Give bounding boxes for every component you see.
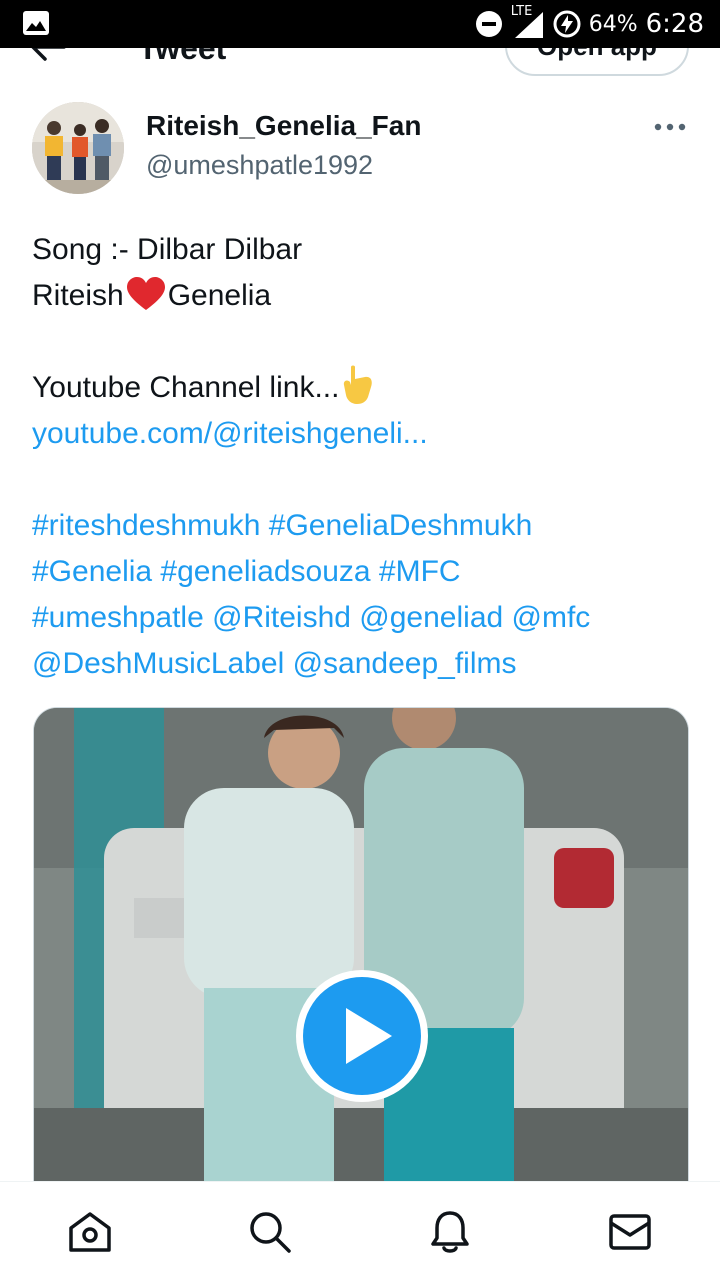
play-button-icon[interactable] <box>294 968 430 1104</box>
tweet-line-song: Song :- Dilbar Dilbar <box>32 233 303 266</box>
hashtags-line-1[interactable]: #riteshdeshmukh #GeneliaDeshmukh <box>32 503 692 549</box>
nav-search[interactable] <box>240 1202 300 1262</box>
network-type: LTE <box>510 4 533 19</box>
dnd-icon <box>475 11 502 37</box>
tweet-line-channel: Youtube Channel link... <box>32 365 692 411</box>
search-icon <box>250 1211 291 1253</box>
video-thumbnail[interactable] <box>33 707 689 1229</box>
status-bar: LTE 64% 6:28 <box>0 0 720 48</box>
red-heart-emoji-icon <box>126 277 165 310</box>
channel-label: Youtube Channel link... <box>32 371 340 404</box>
name-riteish: Riteish <box>32 279 124 312</box>
tweet-text: Song :- Dilbar Dilbar Riteish Genelia You… <box>32 227 692 687</box>
signal-icon: LTE <box>511 4 545 40</box>
battery-percent: 64% <box>588 11 638 37</box>
name-genelia: Genelia <box>167 279 272 312</box>
gallery-icon <box>23 11 49 35</box>
clock: 6:28 <box>645 9 704 39</box>
hashtags-line-3[interactable]: #umeshpatle @Riteishd @geneliad @mfc <box>32 595 692 641</box>
youtube-link[interactable]: youtube.com/@riteishgeneli... <box>32 411 692 457</box>
bottom-navigation <box>0 1181 720 1281</box>
author-display-name[interactable]: Riteish_Genelia_Fan <box>146 110 421 142</box>
nav-home[interactable] <box>60 1202 120 1262</box>
avatar[interactable] <box>32 102 124 194</box>
nav-notifications[interactable] <box>420 1202 480 1262</box>
pointing-down-emoji-icon <box>344 365 373 404</box>
author-handle[interactable]: @umeshpatle1992 <box>146 150 373 181</box>
nav-messages[interactable] <box>600 1202 660 1262</box>
tweet-line-names: Riteish Genelia <box>32 273 692 319</box>
hashtags-line-4[interactable]: @DeshMusicLabel @sandeep_films <box>32 641 692 687</box>
more-options-icon[interactable] <box>652 118 688 136</box>
messages-icon <box>609 1213 651 1250</box>
battery-saver-icon <box>553 10 581 38</box>
hashtags-line-2[interactable]: #Genelia #geneliadsouza #MFC <box>32 549 692 595</box>
notifications-icon <box>431 1210 469 1253</box>
home-icon <box>69 1211 111 1252</box>
